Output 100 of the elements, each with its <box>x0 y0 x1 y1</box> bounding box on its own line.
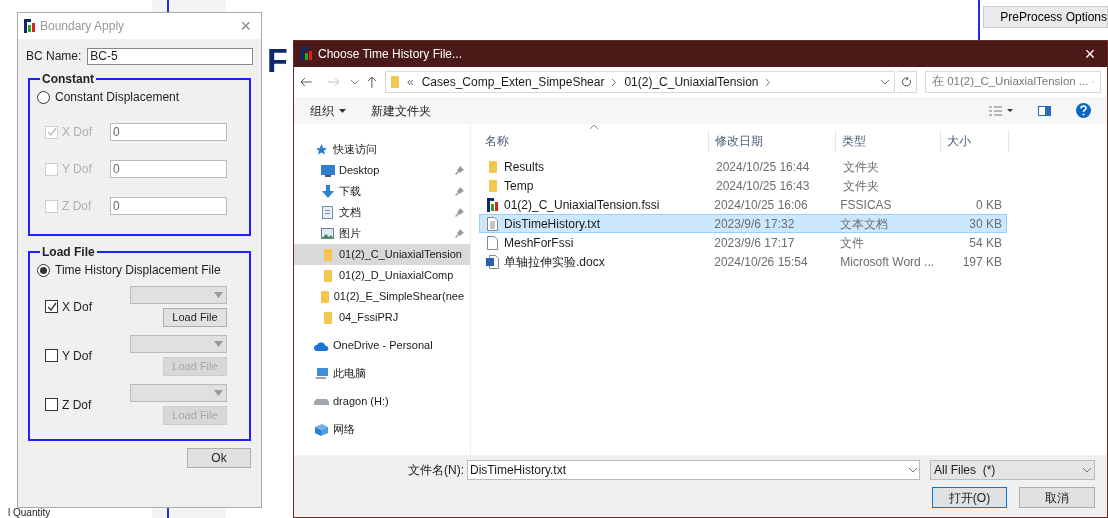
folder-icon <box>320 290 329 303</box>
chevron-down-icon <box>1083 467 1091 473</box>
overflow-mark: « <box>406 74 414 91</box>
organize-menu[interactable]: 组织 <box>310 101 346 120</box>
file-row[interactable]: 单轴拉伸实验.docx 2024/10/26 15:54 Microsoft Word ... 197 KB <box>479 252 1007 271</box>
nav-item[interactable]: dragon (H:) <box>294 391 470 412</box>
radio-button[interactable] <box>37 263 50 277</box>
cloud-icon <box>314 340 329 351</box>
refresh-button[interactable] <box>897 71 917 93</box>
ok-button[interactable]: Ok <box>187 448 251 468</box>
nav-item[interactable]: 文档 <box>294 202 470 223</box>
nav-label: 04_FssiPRJ <box>339 310 400 326</box>
nav-item[interactable]: 01(2)_C_UniaxialTension <box>294 244 470 265</box>
column-header[interactable]: 名称 <box>479 130 709 152</box>
file-icon <box>487 235 498 250</box>
file-row[interactable]: 01(2)_C_UniaxialTension.fssi 2024/10/25 16:06 FSSICAS 0 KB <box>479 195 1007 214</box>
file-row[interactable]: Results 2024/10/25 16:44 文件夹 <box>479 157 1007 176</box>
file-size: 197 KB <box>961 253 1003 271</box>
nav-item[interactable]: 01(2)_D_UniaxialComp <box>294 265 470 286</box>
breadcrumb[interactable]: Cases_Comp_Exten_SimpeShear <box>421 73 605 91</box>
modified-date: 2024/10/25 16:06 <box>713 196 809 214</box>
nav-item[interactable]: 图片 <box>294 223 470 244</box>
breadcrumb[interactable]: 01(2)_C_UniaxialTension <box>624 73 759 91</box>
file-type: FSSICAS <box>839 196 893 214</box>
radio-label: Time History Displacement File <box>55 262 221 279</box>
pin-icon <box>455 187 464 196</box>
file-name: DisTimeHistory.txt <box>504 215 600 233</box>
nav-item[interactable]: 下载 <box>294 181 470 202</box>
column-header[interactable]: 类型 <box>836 130 941 152</box>
view-options-icon[interactable] <box>989 105 1013 116</box>
file-type: Microsoft Word ... <box>839 253 936 271</box>
close-button[interactable]: × <box>1073 45 1107 63</box>
up-arrow-icon[interactable] <box>367 76 377 88</box>
caret-icon <box>339 108 346 113</box>
nav-label: 快速访问 <box>333 142 378 158</box>
load-file-button[interactable]: Load File <box>163 308 227 327</box>
download-icon <box>321 185 334 198</box>
close-button[interactable]: × <box>236 17 255 35</box>
nav-label: 下载 <box>339 184 362 200</box>
folder-icon <box>390 76 399 88</box>
window-title: Choose Time History File... <box>318 46 464 63</box>
file-row[interactable]: DisTimeHistory.txt 2023/9/6 17:32 文本文档 30 KB <box>479 214 1007 233</box>
modified-date: 2023/9/6 17:32 <box>713 215 796 233</box>
nav-label: OneDrive - Personal <box>333 338 434 354</box>
chevron-right-icon <box>612 78 617 86</box>
modified-date: 2024/10/26 15:54 <box>713 253 809 271</box>
help-icon[interactable] <box>1076 103 1091 118</box>
file-size: 54 KB <box>968 234 1003 252</box>
nav-item[interactable]: 网络 <box>294 419 470 440</box>
nav-label: 网络 <box>333 422 356 438</box>
nav-item[interactable]: OneDrive - Personal <box>294 335 470 356</box>
desktop-icon <box>320 164 335 177</box>
star-icon <box>315 143 328 156</box>
radio-button[interactable] <box>37 90 50 104</box>
file-row[interactable]: MeshForFssi 2023/9/6 17:17 文件 54 KB <box>479 233 1007 252</box>
refresh-icon <box>901 76 913 88</box>
file-row[interactable]: Temp 2024/10/25 16:43 文件夹 <box>479 176 1007 195</box>
pin-icon <box>455 208 464 217</box>
chevron-down-icon[interactable] <box>881 79 890 85</box>
column-header[interactable]: 大小 <box>941 130 1009 152</box>
preview-pane-icon[interactable] <box>1038 105 1051 116</box>
checkbox-label: X Dof <box>62 124 93 141</box>
address-bar[interactable]: « Cases_Comp_Exten_SimpeShear 01(2)_C_UniaxialTension <box>384 71 896 93</box>
nav-item[interactable]: 04_FssiPRJ <box>294 307 470 328</box>
modified-date: 2024/10/25 16:44 <box>715 158 811 176</box>
panel-header[interactable]: PreProcess Options <box>983 6 1108 28</box>
nav-item[interactable]: Desktop <box>294 160 470 181</box>
nav-item[interactable]: 此电脑 <box>294 363 470 384</box>
nav-item[interactable]: 01(2)_E_SimpleShear(nee <box>294 286 470 307</box>
new-folder-button[interactable]: 新建文件夹 <box>371 101 431 120</box>
nav-label: 01(2)_C_UniaxialTension <box>339 247 463 263</box>
cancel-button[interactable]: 取消 <box>1019 487 1095 508</box>
modified-date: 2024/10/25 16:43 <box>715 177 811 195</box>
file-name: 01(2)_C_UniaxialTension.fssi <box>504 196 660 214</box>
network-icon <box>314 423 329 436</box>
modified-date: 2023/9/6 17:17 <box>713 234 796 252</box>
picture-icon <box>321 228 334 239</box>
file-type: 文件夹 <box>842 177 880 195</box>
file-type: 文件 <box>839 234 866 252</box>
column-header[interactable]: 修改日期 <box>709 130 836 152</box>
nav-label: dragon (H:) <box>333 394 390 410</box>
background-logo: F <box>267 42 288 78</box>
open-button[interactable]: 打开(O) <box>932 487 1007 508</box>
file-type: 文件夹 <box>842 158 880 176</box>
bc-name-field[interactable]: BC-5 <box>87 47 253 65</box>
file-name-field[interactable]: DisTimeHistory.txt <box>467 460 920 480</box>
text-file-icon <box>487 216 498 231</box>
back-arrow-icon[interactable] <box>300 77 312 87</box>
chevron-down-icon[interactable] <box>351 79 360 85</box>
search-field[interactable]: 在 01(2)_C_UniaxialTension ... <box>925 71 1101 93</box>
checkbox[interactable] <box>45 300 58 313</box>
field-label: 文件名(N): <box>407 462 465 479</box>
file-size: 0 KB <box>975 196 1003 214</box>
file-type: 文本文档 <box>839 215 890 233</box>
nav-item[interactable]: 快速访问 <box>294 139 470 160</box>
file-type-dropdown[interactable]: All Files (*) <box>930 460 1095 480</box>
computer-icon <box>314 367 329 380</box>
radio-label: Constant Displacement <box>55 89 180 106</box>
file-size: 30 KB <box>968 215 1003 233</box>
quantity-label: l Quantity <box>8 508 51 518</box>
